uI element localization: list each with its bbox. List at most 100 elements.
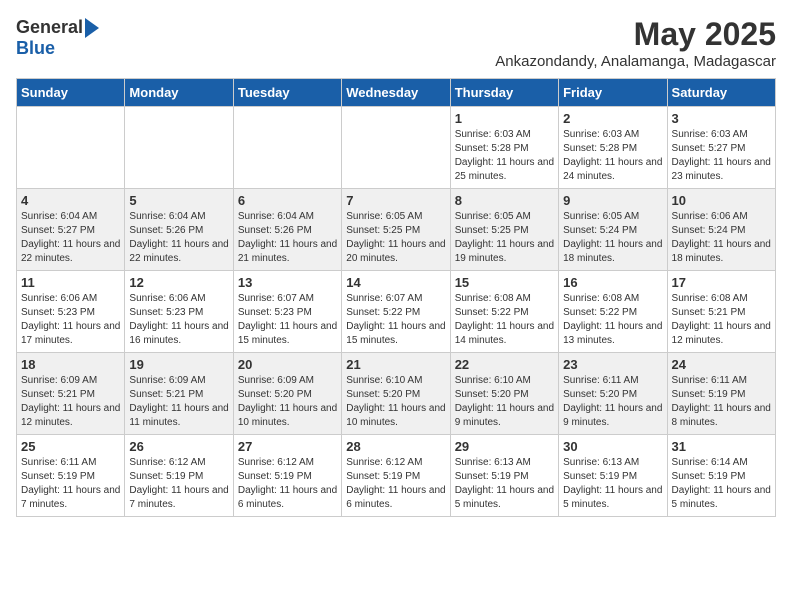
calendar-cell: 15Sunrise: 6:08 AM Sunset: 5:22 PM Dayli…: [450, 271, 558, 353]
day-info: Sunrise: 6:08 AM Sunset: 5:21 PM Dayligh…: [672, 292, 771, 348]
day-info: Sunrise: 6:06 AM Sunset: 5:23 PM Dayligh…: [129, 292, 228, 348]
calendar-cell: 31 Sunrise: 6:14 AM Sunset: 5:19 PM Dayli…: [667, 435, 775, 517]
calendar-cell: 16Sunrise: 6:08 AM Sunset: 5:22 PM Dayli…: [559, 271, 667, 353]
day-number: 24: [672, 357, 771, 372]
day-info: Sunrise: 6:07 AM Sunset: 5:23 PM Dayligh…: [238, 292, 337, 348]
day-info: Sunrise: 6:04 AM Sunset: 5:26 PM Dayligh…: [129, 210, 228, 266]
logo-arrow-icon: [85, 18, 99, 38]
calendar-cell: 20 Sunrise: 6:09 AM Sunset: 5:20 PM Dayli…: [233, 353, 341, 435]
calendar-cell: 14Sunrise: 6:07 AM Sunset: 5:22 PM Dayli…: [342, 271, 450, 353]
day-number: 5: [129, 193, 228, 208]
calendar-cell: 25 Sunrise: 6:11 AM Sunset: 5:19 PM Dayli…: [17, 435, 125, 517]
calendar-cell: 9 Sunrise: 6:05 AM Sunset: 5:24 PM Daylig…: [559, 189, 667, 271]
calendar-header-wednesday: Wednesday: [342, 79, 450, 107]
day-info: Sunrise: 6:03 AM Sunset: 5:28 PM Dayligh…: [563, 128, 662, 184]
day-info: Sunrise: 6:11 AM Sunset: 5:19 PM Dayligh…: [672, 374, 771, 430]
day-number: 29: [455, 439, 554, 454]
day-number: 28: [346, 439, 445, 454]
day-number: 13: [238, 275, 337, 290]
day-number: 30: [563, 439, 662, 454]
calendar-cell: 11 Sunrise: 6:06 AM Sunset: 5:23 PM Dayli…: [17, 271, 125, 353]
calendar-cell: 3Sunrise: 6:03 AM Sunset: 5:27 PM Daylig…: [667, 107, 775, 189]
calendar-cell: 1 Sunrise: 6:03 AM Sunset: 5:28 PM Daylig…: [450, 107, 558, 189]
calendar-cell: 5 Sunrise: 6:04 AM Sunset: 5:26 PM Daylig…: [125, 189, 233, 271]
day-info: Sunrise: 6:13 AM Sunset: 5:19 PM Dayligh…: [563, 456, 662, 512]
day-number: 19: [129, 357, 228, 372]
day-info: Sunrise: 6:05 AM Sunset: 5:24 PM Dayligh…: [563, 210, 662, 266]
calendar-cell: [233, 107, 341, 189]
day-number: 23: [563, 357, 662, 372]
day-info: Sunrise: 6:04 AM Sunset: 5:26 PM Dayligh…: [238, 210, 337, 266]
day-info: Sunrise: 6:12 AM Sunset: 5:19 PM Dayligh…: [238, 456, 337, 512]
calendar-cell: 29 Sunrise: 6:13 AM Sunset: 5:19 PM Dayli…: [450, 435, 558, 517]
day-number: 3: [672, 111, 771, 126]
day-info: Sunrise: 6:09 AM Sunset: 5:21 PM Dayligh…: [21, 374, 120, 430]
logo-blue-text: Blue: [16, 38, 55, 59]
day-number: 21: [346, 357, 445, 372]
day-number: 22: [455, 357, 554, 372]
calendar-header-row: SundayMondayTuesdayWednesdayThursdayFrid…: [17, 79, 776, 107]
calendar-week-row: 4 Sunrise: 6:04 AM Sunset: 5:27 PM Daylig…: [17, 189, 776, 271]
calendar-week-row: 1 Sunrise: 6:03 AM Sunset: 5:28 PM Daylig…: [17, 107, 776, 189]
day-number: 31: [672, 439, 771, 454]
calendar-cell: 26 Sunrise: 6:12 AM Sunset: 5:19 PM Dayli…: [125, 435, 233, 517]
calendar-header-sunday: Sunday: [17, 79, 125, 107]
calendar-week-row: 18 Sunrise: 6:09 AM Sunset: 5:21 PM Dayli…: [17, 353, 776, 435]
day-number: 4: [21, 193, 120, 208]
day-info: Sunrise: 6:06 AM Sunset: 5:24 PM Dayligh…: [672, 210, 771, 266]
day-info: Sunrise: 6:05 AM Sunset: 5:25 PM Dayligh…: [455, 210, 554, 266]
day-number: 12: [129, 275, 228, 290]
day-number: 17: [672, 275, 771, 290]
calendar-cell: [125, 107, 233, 189]
logo-general-text: General: [16, 17, 83, 38]
day-number: 6: [238, 193, 337, 208]
day-number: 1: [455, 111, 554, 126]
calendar-header-friday: Friday: [559, 79, 667, 107]
day-info: Sunrise: 6:10 AM Sunset: 5:20 PM Dayligh…: [346, 374, 445, 430]
calendar-cell: 12 Sunrise: 6:06 AM Sunset: 5:23 PM Dayli…: [125, 271, 233, 353]
location-title: Ankazondandy, Analamanga, Madagascar: [495, 53, 776, 70]
calendar-cell: 27 Sunrise: 6:12 AM Sunset: 5:19 PM Dayli…: [233, 435, 341, 517]
title-section: May 2025 Ankazondandy, Analamanga, Madag…: [495, 16, 776, 70]
calendar-cell: [17, 107, 125, 189]
day-info: Sunrise: 6:14 AM Sunset: 5:19 PM Dayligh…: [672, 456, 771, 512]
day-number: 11: [21, 275, 120, 290]
day-info: Sunrise: 6:11 AM Sunset: 5:20 PM Dayligh…: [563, 374, 662, 430]
day-number: 9: [563, 193, 662, 208]
calendar-cell: 24 Sunrise: 6:11 AM Sunset: 5:19 PM Dayli…: [667, 353, 775, 435]
day-info: Sunrise: 6:13 AM Sunset: 5:19 PM Dayligh…: [455, 456, 554, 512]
calendar-week-row: 25 Sunrise: 6:11 AM Sunset: 5:19 PM Dayli…: [17, 435, 776, 517]
calendar-header-thursday: Thursday: [450, 79, 558, 107]
calendar-cell: 17 Sunrise: 6:08 AM Sunset: 5:21 PM Dayli…: [667, 271, 775, 353]
day-number: 16: [563, 275, 662, 290]
day-number: 18: [21, 357, 120, 372]
calendar-table: SundayMondayTuesdayWednesdayThursdayFrid…: [16, 78, 776, 517]
day-number: 25: [21, 439, 120, 454]
calendar-cell: 2 Sunrise: 6:03 AM Sunset: 5:28 PM Daylig…: [559, 107, 667, 189]
day-info: Sunrise: 6:09 AM Sunset: 5:20 PM Dayligh…: [238, 374, 337, 430]
day-info: Sunrise: 6:12 AM Sunset: 5:19 PM Dayligh…: [129, 456, 228, 512]
day-info: Sunrise: 6:06 AM Sunset: 5:23 PM Dayligh…: [21, 292, 120, 348]
day-info: Sunrise: 6:04 AM Sunset: 5:27 PM Dayligh…: [21, 210, 120, 266]
calendar-cell: 21 Sunrise: 6:10 AM Sunset: 5:20 PM Dayli…: [342, 353, 450, 435]
page-header: General Blue May 2025 Ankazondandy, Anal…: [16, 16, 776, 70]
calendar-cell: 4 Sunrise: 6:04 AM Sunset: 5:27 PM Daylig…: [17, 189, 125, 271]
day-info: Sunrise: 6:11 AM Sunset: 5:19 PM Dayligh…: [21, 456, 120, 512]
calendar-cell: 22Sunrise: 6:10 AM Sunset: 5:20 PM Dayli…: [450, 353, 558, 435]
day-number: 10: [672, 193, 771, 208]
day-number: 15: [455, 275, 554, 290]
day-number: 26: [129, 439, 228, 454]
day-info: Sunrise: 6:03 AM Sunset: 5:28 PM Dayligh…: [455, 128, 554, 184]
day-number: 2: [563, 111, 662, 126]
day-number: 7: [346, 193, 445, 208]
calendar-header-saturday: Saturday: [667, 79, 775, 107]
calendar-week-row: 11 Sunrise: 6:06 AM Sunset: 5:23 PM Dayli…: [17, 271, 776, 353]
calendar-header-monday: Monday: [125, 79, 233, 107]
logo: General Blue: [16, 16, 99, 59]
calendar-header-tuesday: Tuesday: [233, 79, 341, 107]
calendar-cell: 7Sunrise: 6:05 AM Sunset: 5:25 PM Daylig…: [342, 189, 450, 271]
day-number: 20: [238, 357, 337, 372]
calendar-cell: 13 Sunrise: 6:07 AM Sunset: 5:23 PM Dayli…: [233, 271, 341, 353]
day-number: 27: [238, 439, 337, 454]
day-info: Sunrise: 6:07 AM Sunset: 5:22 PM Dayligh…: [346, 292, 445, 348]
